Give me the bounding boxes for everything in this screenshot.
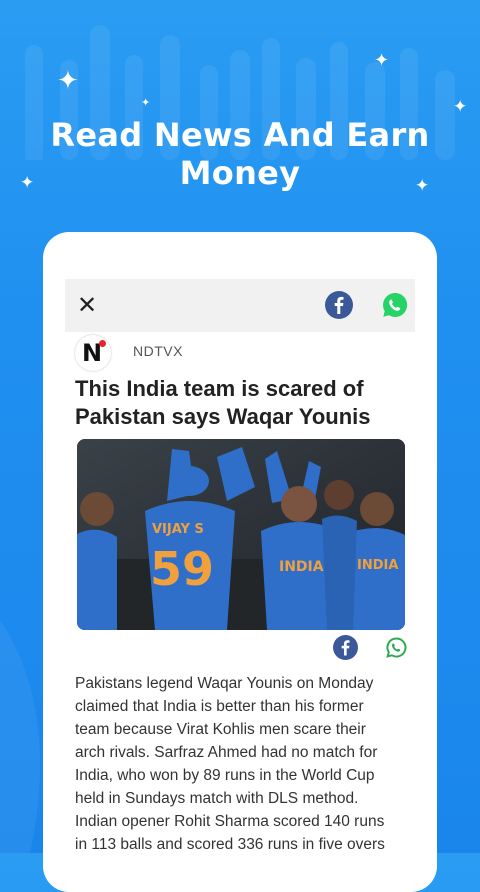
banner-headline: Read News And Earn Money [50,116,430,192]
whatsapp-icon [386,637,407,658]
whatsapp-share-button[interactable] [385,636,408,659]
sparkle-icon: ✦ [57,66,79,96]
article-share-row [65,633,415,663]
source-logo: N [75,335,111,371]
cricket-team-photo: VIJAY S 59 INDIA INDIA [77,439,405,630]
jersey-number: 59 [150,542,214,596]
source-name: NDTVX [133,343,183,359]
source-logo-dot [99,340,106,347]
article-body: Pakistans legend Waqar Younis on Monday … [75,675,385,853]
facebook-share-button[interactable] [325,291,353,319]
article-title[interactable]: This India team is scared of Pakistan sa… [75,375,405,431]
whatsapp-share-button[interactable] [381,291,409,319]
article-toolbar: ✕ [65,279,415,332]
close-icon[interactable]: ✕ [77,291,97,319]
article-image[interactable]: VIJAY S 59 INDIA INDIA [77,439,405,630]
whatsapp-icon [382,292,408,317]
facebook-share-button[interactable] [333,635,358,660]
sparkle-icon: ✦ [453,97,468,117]
facebook-icon [334,296,344,314]
jersey-name: VIJAY S [152,522,204,537]
source-row: N NDTVX [75,332,405,372]
sparkle-icon: ✦ [141,96,151,109]
jersey-text-2: INDIA [357,558,398,573]
jersey-text: INDIA [279,559,324,575]
sparkle-icon: ✦ [374,50,390,71]
facebook-icon [341,640,350,656]
article-screen: ✕ N NDTVX This India team is scared of P… [65,279,415,853]
